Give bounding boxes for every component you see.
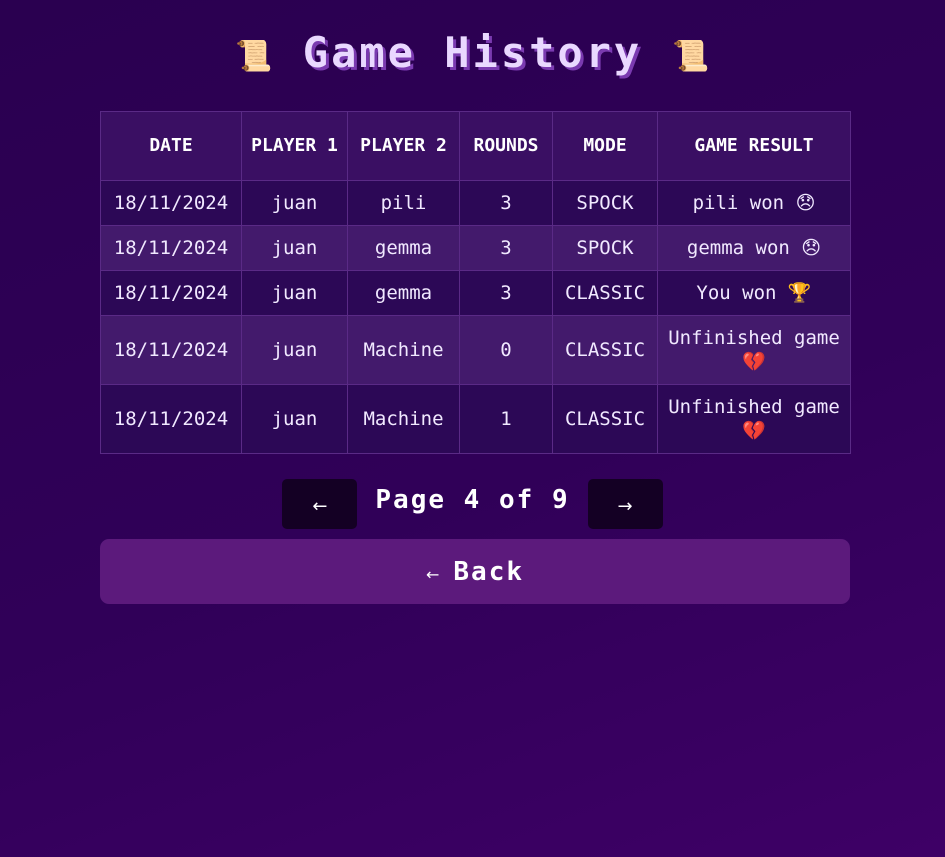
result-text: pili won xyxy=(692,192,785,214)
cell-rounds: 1 xyxy=(459,384,553,454)
trophy-icon: 🏆 xyxy=(787,282,812,304)
result-text: Unfinished game xyxy=(668,396,840,418)
cell-result: pili won 😞 xyxy=(657,180,851,226)
previous-page-button[interactable]: ← xyxy=(282,479,358,529)
cell-date: 18/11/2024 xyxy=(100,315,242,385)
cell-rounds: 3 xyxy=(459,270,553,316)
cell-rounds: 3 xyxy=(459,225,553,271)
back-button[interactable]: ← Back xyxy=(100,539,850,604)
cell-rounds: 0 xyxy=(459,315,553,385)
cell-mode: CLASSIC xyxy=(552,384,658,454)
cell-player-1: juan xyxy=(241,270,348,316)
cell-mode: CLASSIC xyxy=(552,270,658,316)
cell-player-2: Machine xyxy=(347,384,460,454)
cell-player-2: gemma xyxy=(347,225,460,271)
back-button-label: Back xyxy=(453,556,525,587)
cell-date: 18/11/2024 xyxy=(100,384,242,454)
column-header-player-2: PLAYER 2 xyxy=(347,111,460,181)
scroll-icon: 📜 xyxy=(672,38,710,74)
arrow-left-icon: ← xyxy=(425,565,440,584)
cell-date: 18/11/2024 xyxy=(100,270,242,316)
cell-result: You won 🏆 xyxy=(657,270,851,316)
column-header-rounds: ROUNDS xyxy=(459,111,553,181)
column-header-mode: MODE xyxy=(552,111,658,181)
arrow-right-icon: → xyxy=(617,496,633,517)
cell-result: Unfinished game 💔 xyxy=(657,315,851,385)
cell-result: gemma won 😞 xyxy=(657,225,851,271)
cell-mode: SPOCK xyxy=(552,180,658,226)
cell-player-1: juan xyxy=(241,180,348,226)
table-row: 18/11/2024 juan pili 3 SPOCK pili won 😞 xyxy=(100,180,851,226)
cell-rounds: 3 xyxy=(459,180,553,226)
page-title: Game History xyxy=(302,28,643,77)
game-history-table: DATE PLAYER 1 PLAYER 2 ROUNDS MODE GAME … xyxy=(100,111,851,454)
table-row: 18/11/2024 juan gemma 3 CLASSIC You won … xyxy=(100,270,851,316)
pagination: ← Page 4 of 9 → xyxy=(0,479,945,529)
result-text: Unfinished game xyxy=(668,327,840,349)
column-header-player-1: PLAYER 1 xyxy=(241,111,348,181)
table-header-row: DATE PLAYER 1 PLAYER 2 ROUNDS MODE GAME … xyxy=(100,111,851,181)
broken-heart-icon: 💔 xyxy=(742,420,766,442)
cell-result: Unfinished game 💔 xyxy=(657,384,851,454)
table-row: 18/11/2024 juan Machine 1 CLASSIC Unfini… xyxy=(100,384,851,454)
next-page-button[interactable]: → xyxy=(587,479,663,529)
cell-date: 18/11/2024 xyxy=(100,180,242,226)
cell-player-2: pili xyxy=(347,180,460,226)
table-row: 18/11/2024 juan gemma 3 SPOCK gemma won … xyxy=(100,225,851,271)
page-header: 📜 Game History 📜 xyxy=(0,28,945,77)
result-text: You won xyxy=(696,282,777,304)
cell-player-1: juan xyxy=(241,315,348,385)
column-header-date: DATE xyxy=(100,111,242,181)
cell-player-2: gemma xyxy=(347,270,460,316)
broken-heart-icon: 💔 xyxy=(742,351,766,373)
result-text: gemma won xyxy=(686,237,790,259)
page-indicator: Page 4 of 9 xyxy=(375,485,570,515)
column-header-game-result: GAME RESULT xyxy=(657,111,851,181)
cell-player-1: juan xyxy=(241,384,348,454)
cell-mode: SPOCK xyxy=(552,225,658,271)
cell-player-1: juan xyxy=(241,225,348,271)
cell-mode: CLASSIC xyxy=(552,315,658,385)
table-row: 18/11/2024 juan Machine 0 CLASSIC Unfini… xyxy=(100,315,851,385)
sad-face-icon: 😞 xyxy=(795,192,816,214)
cell-player-2: Machine xyxy=(347,315,460,385)
sad-face-icon: 😞 xyxy=(801,237,822,259)
scroll-icon: 📜 xyxy=(235,38,273,74)
cell-date: 18/11/2024 xyxy=(100,225,242,271)
arrow-left-icon: ← xyxy=(312,496,328,517)
